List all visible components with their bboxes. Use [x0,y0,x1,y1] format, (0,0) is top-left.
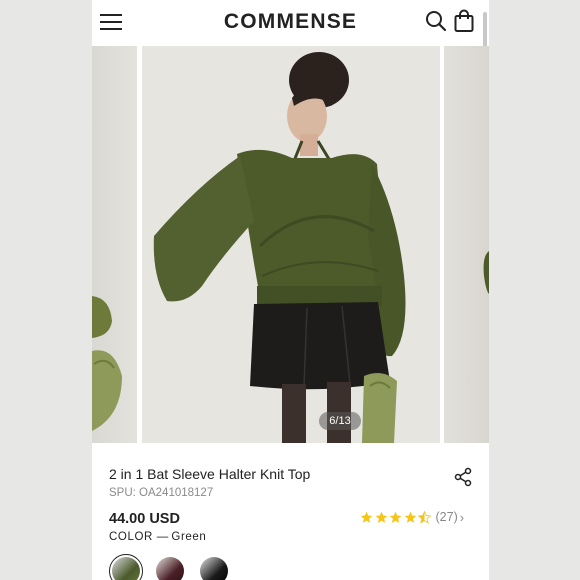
main-product-image[interactable]: 6/13 [142,46,440,443]
product-title: 2 in 1 Bat Sleeve Halter Knit Top [109,466,311,482]
swatch-black[interactable] [200,557,228,580]
product-image-gallery[interactable]: 6/13 [92,46,489,443]
color-value: Green [171,531,207,543]
product-price: 44.00 USD [109,511,180,527]
color-label: COLOR [109,531,153,543]
previous-slide-image[interactable] [92,46,137,443]
star-full-icon [360,511,373,523]
product-spu: SPU: OA241018127 [109,487,214,499]
shopping-bag-icon[interactable] [453,9,475,33]
swatch-green[interactable] [109,554,143,580]
outer-background-left [0,0,92,580]
review-count: (27) [435,510,458,524]
search-icon[interactable] [425,10,447,32]
star-full-icon [404,511,416,523]
swatch-burgundy[interactable] [156,557,184,580]
gallery-counter: 6/13 [319,412,361,430]
color-selection-label: COLOR — Green [109,531,206,543]
site-header: COMMENSE [92,0,489,190]
outer-background-right [489,0,580,580]
share-icon[interactable] [453,467,473,487]
color-separator: — [156,531,172,543]
star-full-icon [375,511,387,523]
star-full-icon [389,511,402,523]
product-rating[interactable]: (27) › [360,509,464,525]
mobile-page: COMMENSE 6/13 2 in 1 Bat Sleeve Halter K… [92,0,489,580]
chevron-right-icon: › [459,509,465,525]
star-half-icon [418,510,431,524]
next-slide-image[interactable] [444,46,489,443]
